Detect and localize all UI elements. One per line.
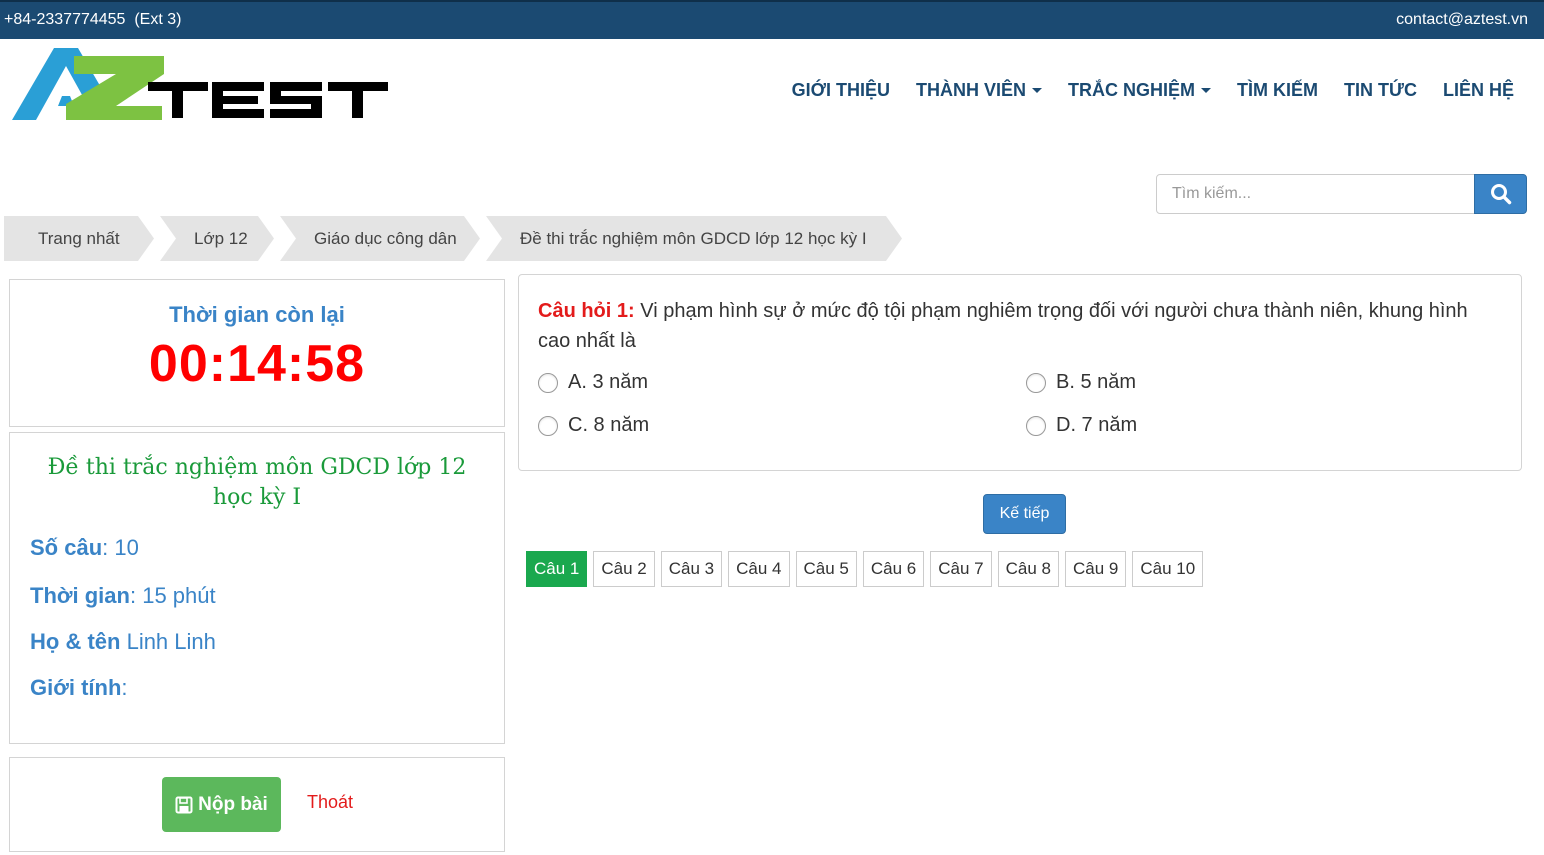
option-b[interactable]: B. 5 năm: [1026, 371, 1136, 394]
breadcrumb-exam[interactable]: Đề thi trắc nghiệm môn GDCD lớp 12 học k…: [486, 216, 902, 261]
main-nav: GIỚI THIỆU THÀNH VIÊN TRẮC NGHIỆM TÌM KI…: [766, 80, 1514, 101]
nav-label: TIN TỨC: [1344, 80, 1417, 100]
question-text: Câu hỏi 1: Vi phạm hình sự ở mức độ tội …: [538, 296, 1498, 356]
question-count-label: Số câu: [30, 535, 103, 560]
question-nav-button[interactable]: Câu 6: [862, 551, 925, 587]
radio-button[interactable]: [1026, 372, 1046, 393]
action-panel: Nộp bài Thoát: [9, 757, 505, 852]
question-nav-button[interactable]: Câu 4: [728, 551, 790, 587]
aztest-logo[interactable]: [12, 46, 392, 124]
question-nav-button[interactable]: Câu 8: [997, 551, 1059, 587]
nav-label: LIÊN HỆ: [1442, 80, 1514, 100]
nav-gioi-thieu[interactable]: GIỚI THIỆU: [792, 80, 890, 101]
submit-label: Nộp bài: [198, 793, 268, 815]
search-input[interactable]: [1156, 174, 1476, 214]
search-button[interactable]: [1474, 174, 1527, 214]
caret-down-icon: [1201, 88, 1212, 93]
question-nav-button[interactable]: Câu 5: [795, 551, 857, 587]
timer-panel: Thời gian còn lại 00:14:58: [9, 279, 505, 427]
question-nav-button[interactable]: Câu 9: [1065, 551, 1127, 587]
duration-row: Thời gian: 15 phút: [30, 583, 216, 608]
option-label: C. 8 năm: [568, 414, 650, 436]
option-c[interactable]: C. 8 năm: [538, 414, 649, 437]
option-label: B. 5 năm: [1056, 371, 1137, 393]
question-number: Câu hỏi 1:: [538, 300, 635, 322]
question-nav-button[interactable]: Câu 10: [1132, 551, 1204, 587]
radio-button[interactable]: [538, 372, 558, 393]
duration-value: 15 phút: [142, 583, 216, 608]
breadcrumb-grade[interactable]: Lớp 12: [160, 216, 274, 261]
logo-graphic: [12, 48, 388, 120]
search-icon: [1490, 184, 1511, 205]
option-a[interactable]: A. 3 năm: [538, 371, 648, 394]
nav-label: GIỚI THIỆU: [791, 80, 891, 100]
top-contact-bar: +84-2337774455 (Ext 3) contact@aztest.vn: [0, 0, 1544, 39]
question-count-row: Số câu: 10: [30, 535, 139, 560]
breadcrumb-subject[interactable]: Giáo dục công dân: [280, 216, 480, 261]
question-nav-button[interactable]: Câu 2: [593, 551, 655, 587]
option-label: A. 3 năm: [568, 371, 649, 393]
question-nav-button[interactable]: Câu 7: [930, 551, 992, 587]
radio-button[interactable]: [1026, 415, 1046, 436]
question-nav-button[interactable]: Câu 3: [660, 551, 723, 587]
nav-label: TÌM KIẾM: [1237, 80, 1319, 100]
question-panel: Câu hỏi 1: Vi phạm hình sự ở mức độ tội …: [518, 274, 1522, 471]
nav-label: TRẮC NGHIỆM: [1068, 80, 1196, 100]
search-bar: [1156, 174, 1527, 214]
next-button[interactable]: Kế tiếp: [983, 494, 1066, 534]
gender-row: Giới tính:: [30, 675, 128, 700]
caret-down-icon: [1032, 88, 1043, 93]
question-body: Vi phạm hình sự ở mức độ tội phạm nghiêm…: [538, 300, 1468, 352]
exam-info-panel: Đề thi trắc nghiệm môn GDCD lớp 12 học k…: [9, 432, 505, 744]
exam-title: Đề thi trắc nghiệm môn GDCD lớp 12 học k…: [47, 455, 467, 510]
question-navigation: Câu 1 Câu 2 Câu 3 Câu 4 Câu 5 Câu 6 Câu …: [526, 551, 1209, 587]
question-count-value: 10: [114, 535, 139, 560]
radio-button[interactable]: [538, 415, 558, 436]
countdown-timer: 00:14:58: [148, 335, 366, 393]
name-row: Họ & tên Linh Linh: [30, 629, 504, 655]
question-nav-button[interactable]: Câu 1: [526, 551, 588, 587]
name-label: Họ & tên: [30, 629, 121, 654]
name-value: Linh Linh: [126, 629, 216, 654]
nav-tin-tuc[interactable]: TIN TỨC: [1344, 80, 1417, 101]
nav-label: THÀNH VIÊN: [916, 80, 1027, 100]
submit-button[interactable]: Nộp bài: [162, 777, 281, 832]
phone-number[interactable]: +84-2337774455 (Ext 3): [4, 11, 181, 29]
breadcrumb: Trang nhất Lớp 12 Giáo dục công dân Đề t…: [4, 216, 908, 261]
option-label: D. 7 năm: [1056, 414, 1138, 436]
duration-label: Thời gian: [30, 583, 130, 608]
save-icon: [175, 796, 193, 813]
timer-label: Thời gian còn lại: [169, 302, 345, 327]
option-d[interactable]: D. 7 năm: [1026, 414, 1137, 437]
contact-email[interactable]: contact@aztest.vn: [1396, 11, 1528, 29]
gender-label: Giới tính: [30, 675, 122, 700]
breadcrumb-home[interactable]: Trang nhất: [4, 216, 154, 261]
nav-tim-kiem[interactable]: TÌM KIẾM: [1237, 80, 1318, 101]
nav-thanh-vien[interactable]: THÀNH VIÊN: [916, 80, 1043, 101]
nav-trac-nghiem[interactable]: TRẮC NGHIỆM: [1068, 80, 1212, 101]
exit-link[interactable]: Thoát: [307, 792, 353, 813]
nav-lien-he[interactable]: LIÊN HỆ: [1443, 80, 1514, 101]
